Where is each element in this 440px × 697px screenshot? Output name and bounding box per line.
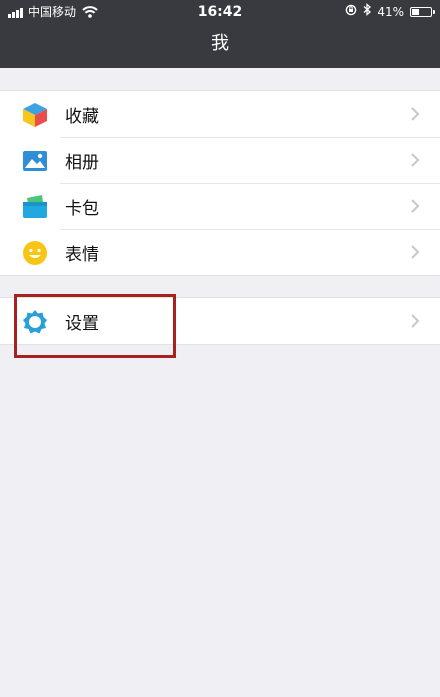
menu-item-label: 相册 (65, 152, 99, 173)
chevron-right-icon (410, 152, 420, 168)
top-bar: 中国移动 16:42 41% 我 (0, 0, 440, 68)
rotation-lock-icon (345, 0, 357, 24)
status-right: 41% (339, 0, 435, 24)
menu-item-card-wallet[interactable]: 卡包 (0, 183, 440, 229)
page-title: 我 (211, 33, 229, 54)
battery-percent: 41% (377, 5, 404, 19)
battery-icon (410, 7, 435, 17)
menu-item-settings[interactable]: 设置 (0, 298, 440, 344)
menu-item-favorites[interactable]: 收藏 (0, 91, 440, 137)
menu-item-label: 卡包 (65, 198, 99, 219)
chevron-right-icon (410, 313, 420, 329)
menu-group-main: 收藏 相册 卡包 表情 (0, 90, 440, 276)
album-icon (22, 148, 48, 174)
menu-item-label: 收藏 (65, 106, 99, 127)
settings-gear-icon (22, 309, 48, 335)
favorites-cube-icon (22, 102, 48, 128)
battery-fill (412, 9, 419, 15)
menu-group-settings: 设置 (0, 297, 440, 345)
chevron-right-icon (410, 106, 420, 122)
menu-item-album[interactable]: 相册 (0, 137, 440, 183)
bluetooth-icon (363, 0, 372, 24)
menu-item-label: 设置 (65, 313, 99, 334)
menu-item-emoji[interactable]: 表情 (0, 229, 440, 275)
emoji-smiley-icon (22, 240, 48, 266)
chevron-right-icon (410, 198, 420, 214)
chevron-right-icon (410, 244, 420, 260)
card-wallet-icon (22, 194, 48, 220)
status-bar: 中国移动 16:42 41% (0, 0, 440, 24)
menu-item-label: 表情 (65, 244, 99, 265)
